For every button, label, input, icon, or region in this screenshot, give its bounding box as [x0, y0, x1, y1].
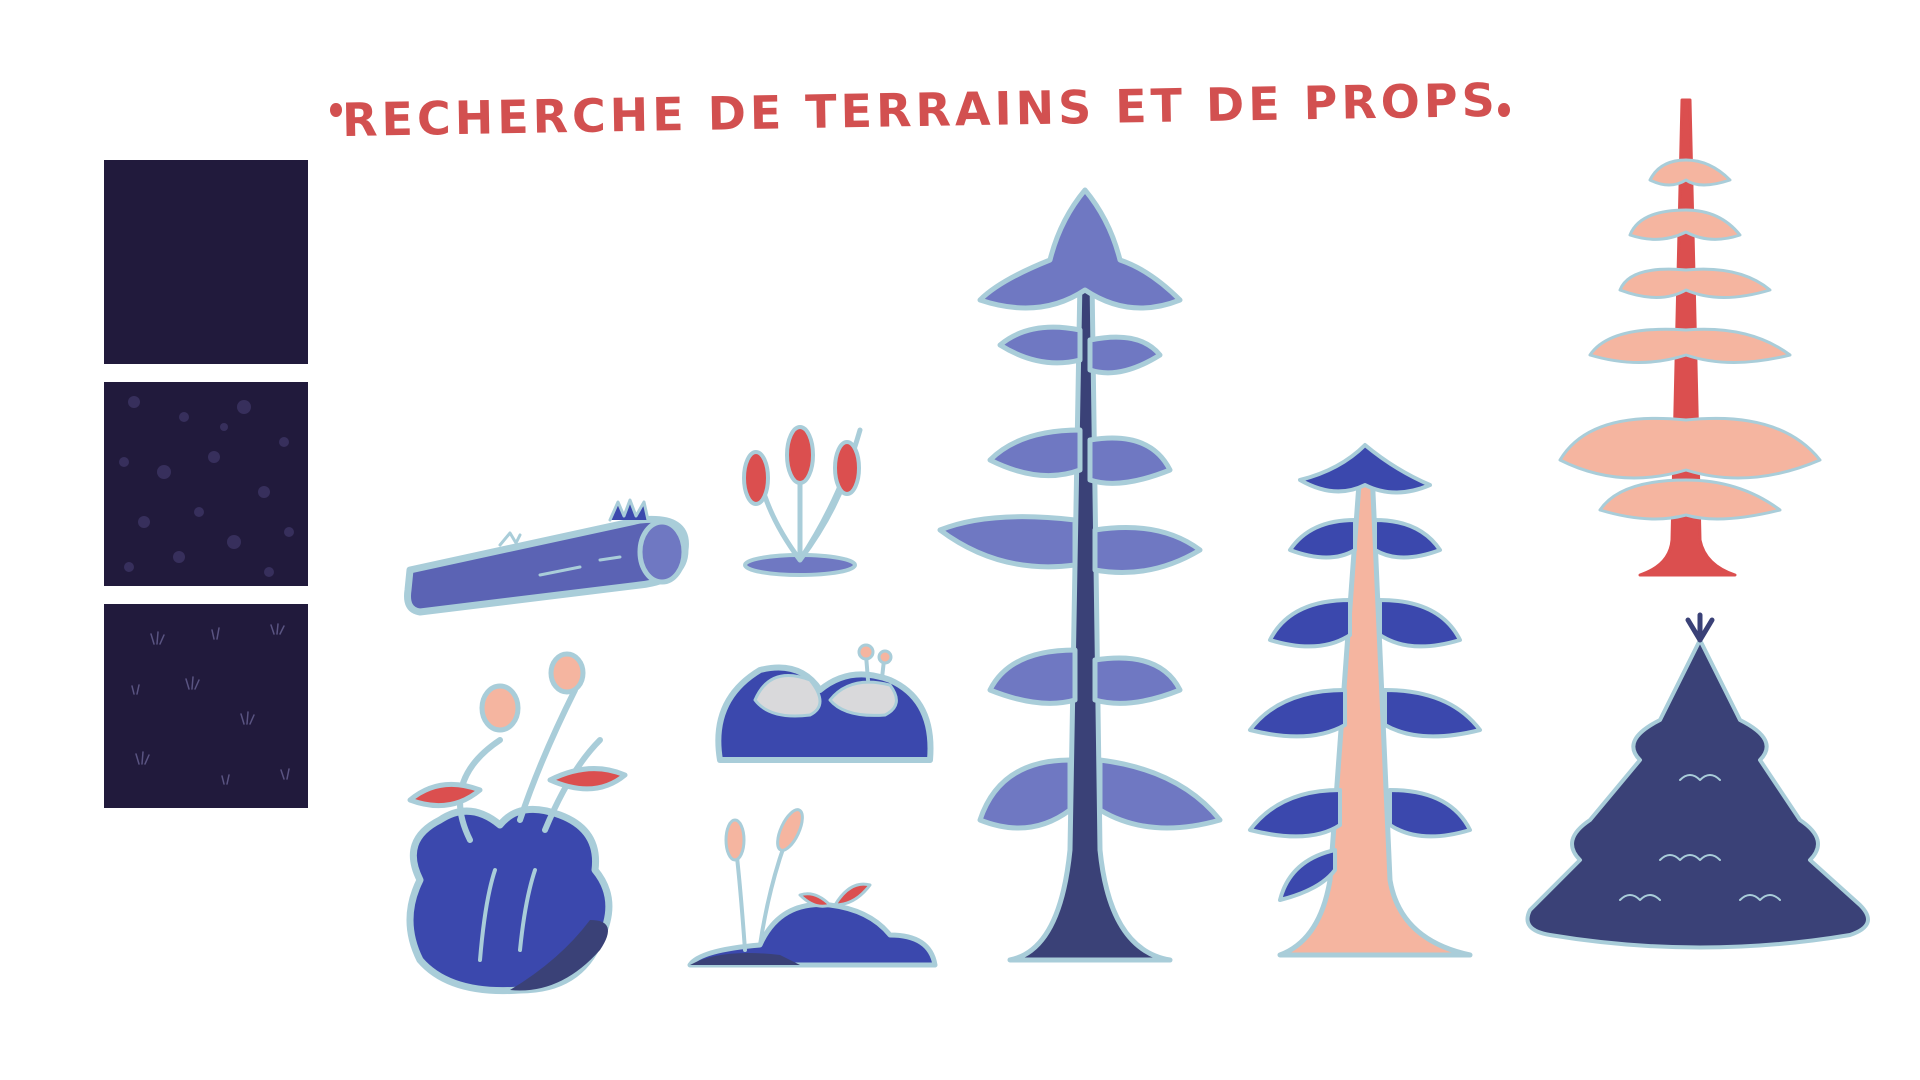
flower-bush-prop [406, 651, 628, 995]
props-canvas [404, 98, 1870, 995]
cattail-prop [742, 425, 863, 577]
mushroom-rocks-prop [715, 643, 934, 763]
peach-trunk-pine [1248, 443, 1482, 958]
tall-blue-pine [937, 187, 1223, 963]
sparse-red-pine [1558, 98, 1822, 577]
log-prop [404, 498, 689, 616]
sprout-rock-prop [687, 808, 938, 968]
dark-fir-tree [1525, 612, 1870, 950]
